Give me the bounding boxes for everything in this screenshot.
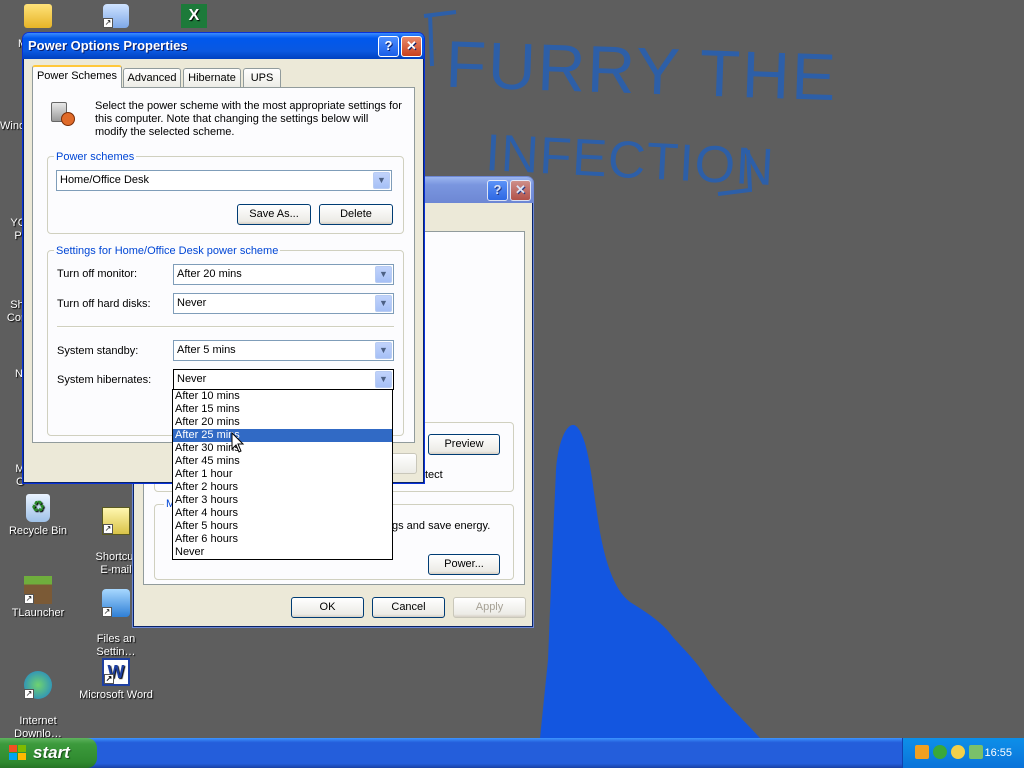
recycle-bin-icon: ♻: [26, 494, 50, 522]
windows-flag-icon: [9, 745, 26, 760]
turn-off-monitor-value: After 20 mins: [177, 268, 242, 280]
monitor-power-text: gs and save energy.: [392, 520, 491, 532]
dropdown-option[interactable]: After 30 mins: [173, 442, 392, 455]
power-scheme-icon: [47, 100, 77, 130]
apply-button[interactable]: Apply: [453, 597, 526, 618]
turn-off-monitor-select[interactable]: After 20 mins ▼: [173, 264, 394, 285]
dropdown-option[interactable]: After 3 hours: [173, 494, 392, 507]
separator: [57, 326, 394, 328]
chevron-down-icon[interactable]: ▼: [373, 172, 390, 189]
system-hibernates-value: Never: [177, 373, 207, 385]
start-label: start: [33, 743, 70, 762]
system-standby-label: System standby:: [57, 345, 139, 357]
cancel-button[interactable]: Cancel: [372, 597, 445, 618]
system-standby-value: After 5 mins: [177, 344, 236, 356]
turn-off-disks-select[interactable]: Never ▼: [173, 293, 394, 314]
folder-icon: [24, 4, 52, 28]
word-icon: W ↗: [102, 658, 130, 686]
close-button[interactable]: ✕: [510, 180, 531, 201]
taskbar: start 16:55: [0, 738, 1024, 768]
desktop-icon-tlauncher[interactable]: ↗ TLauncher: [0, 576, 76, 620]
desktop-icon-microsoft-word[interactable]: W ↗ Microsoft Word: [78, 658, 154, 702]
dropdown-option[interactable]: After 25 mins: [173, 429, 392, 442]
desktop-icon-excel[interactable]: X: [156, 4, 232, 31]
chevron-down-icon[interactable]: ▼: [375, 266, 392, 283]
scheme-settings-group-label: Settings for Home/Office Desk power sche…: [54, 245, 281, 257]
tab-ups[interactable]: UPS: [243, 68, 281, 88]
tray-search-icon[interactable]: [951, 745, 965, 759]
desktop-icon-label: Files an Settin…: [96, 633, 136, 658]
delete-button[interactable]: Delete: [319, 204, 393, 225]
tab-hibernate[interactable]: Hibernate: [183, 68, 241, 88]
help-button[interactable]: ?: [378, 36, 399, 57]
email-icon: ↗: [102, 507, 130, 535]
preview-button[interactable]: Preview: [428, 434, 500, 455]
internet-download-icon: ↗: [24, 671, 52, 699]
chevron-down-icon[interactable]: ▼: [375, 342, 392, 359]
save-as-button[interactable]: Save As...: [237, 204, 311, 225]
system-hibernates-label: System hibernates:: [57, 374, 152, 386]
chevron-down-icon[interactable]: ▼: [375, 371, 392, 388]
excel-icon: X: [181, 4, 207, 28]
tray-network-icon[interactable]: [933, 745, 947, 759]
clock[interactable]: 16:55: [984, 738, 1012, 768]
help-button[interactable]: ?: [487, 180, 508, 201]
desktop-icon-label: Internet Downlo…: [14, 715, 62, 740]
dropdown-option[interactable]: After 1 hour: [173, 468, 392, 481]
desktop-icon-label: Shortcut E-mail: [95, 551, 137, 576]
turn-off-disks-label: Turn off hard disks:: [57, 298, 151, 310]
scheme-description: Select the power scheme with the most ap…: [95, 100, 402, 138]
turn-off-monitor-label: Turn off monitor:: [57, 268, 138, 280]
tab-power-schemes[interactable]: Power Schemes: [32, 65, 122, 88]
dropdown-option[interactable]: After 15 mins: [173, 403, 392, 416]
dropdown-option[interactable]: After 2 hours: [173, 481, 392, 494]
system-tray: 16:55: [902, 738, 1024, 768]
ok-button[interactable]: OK: [291, 597, 364, 618]
desktop-icon-partial-1[interactable]: Wind: [0, 120, 25, 133]
system-standby-select[interactable]: After 5 mins ▼: [173, 340, 394, 361]
dropdown-option[interactable]: After 10 mins: [173, 390, 392, 403]
tlauncher-icon: ↗: [24, 576, 52, 604]
wallpaper-title-1: FURRY THE: [444, 27, 838, 115]
dropdown-option[interactable]: After 6 hours: [173, 533, 392, 546]
network-folder-icon: ↗: [103, 4, 129, 28]
power-scheme-select[interactable]: Home/Office Desk ▼: [56, 170, 392, 191]
dropdown-option[interactable]: After 45 mins: [173, 455, 392, 468]
start-button[interactable]: start: [0, 738, 97, 768]
mouse-cursor-icon: [231, 432, 245, 453]
dropdown-option[interactable]: Never: [173, 546, 392, 559]
desktop-icon-label: Microsoft Word: [79, 689, 153, 701]
dropdown-option[interactable]: After 20 mins: [173, 416, 392, 429]
turn-off-disks-value: Never: [177, 297, 207, 309]
dropdown-option[interactable]: After 5 hours: [173, 520, 392, 533]
chevron-down-icon[interactable]: ▼: [375, 295, 392, 312]
power-scheme-value: Home/Office Desk: [60, 174, 150, 186]
hibernate-dropdown-list[interactable]: After 10 mins After 15 mins After 20 mins A…: [172, 389, 393, 560]
close-button[interactable]: ✕: [401, 36, 422, 57]
password-protect-text: tect: [425, 469, 443, 481]
desktop-icon-my-documents[interactable]: M: [0, 4, 76, 50]
dropdown-option[interactable]: After 4 hours: [173, 507, 392, 520]
desktop-icon-label: TLauncher: [11, 607, 65, 619]
power-schemes-group-label: Power schemes: [54, 151, 137, 163]
tray-security-icon[interactable]: [969, 745, 983, 759]
power-button[interactable]: Power...: [428, 554, 500, 575]
desktop-icon-shortcut-2[interactable]: ↗: [78, 4, 154, 31]
desktop-icon-internet-download[interactable]: ↗ Internet Downlo…: [0, 658, 76, 741]
tray-app-icon[interactable]: [915, 745, 929, 759]
window-title: Power Options Properties: [28, 38, 188, 53]
transfer-wizard-icon: ↗: [102, 589, 130, 617]
desktop-icon-recycle-bin[interactable]: ♻ Recycle Bin: [0, 494, 76, 538]
power-options-title-bar[interactable]: Power Options Properties ? ✕: [23, 33, 424, 59]
desktop-icon-label: Recycle Bin: [8, 525, 68, 537]
tab-advanced[interactable]: Advanced: [123, 68, 181, 88]
system-hibernates-select[interactable]: Never ▼: [173, 369, 394, 390]
